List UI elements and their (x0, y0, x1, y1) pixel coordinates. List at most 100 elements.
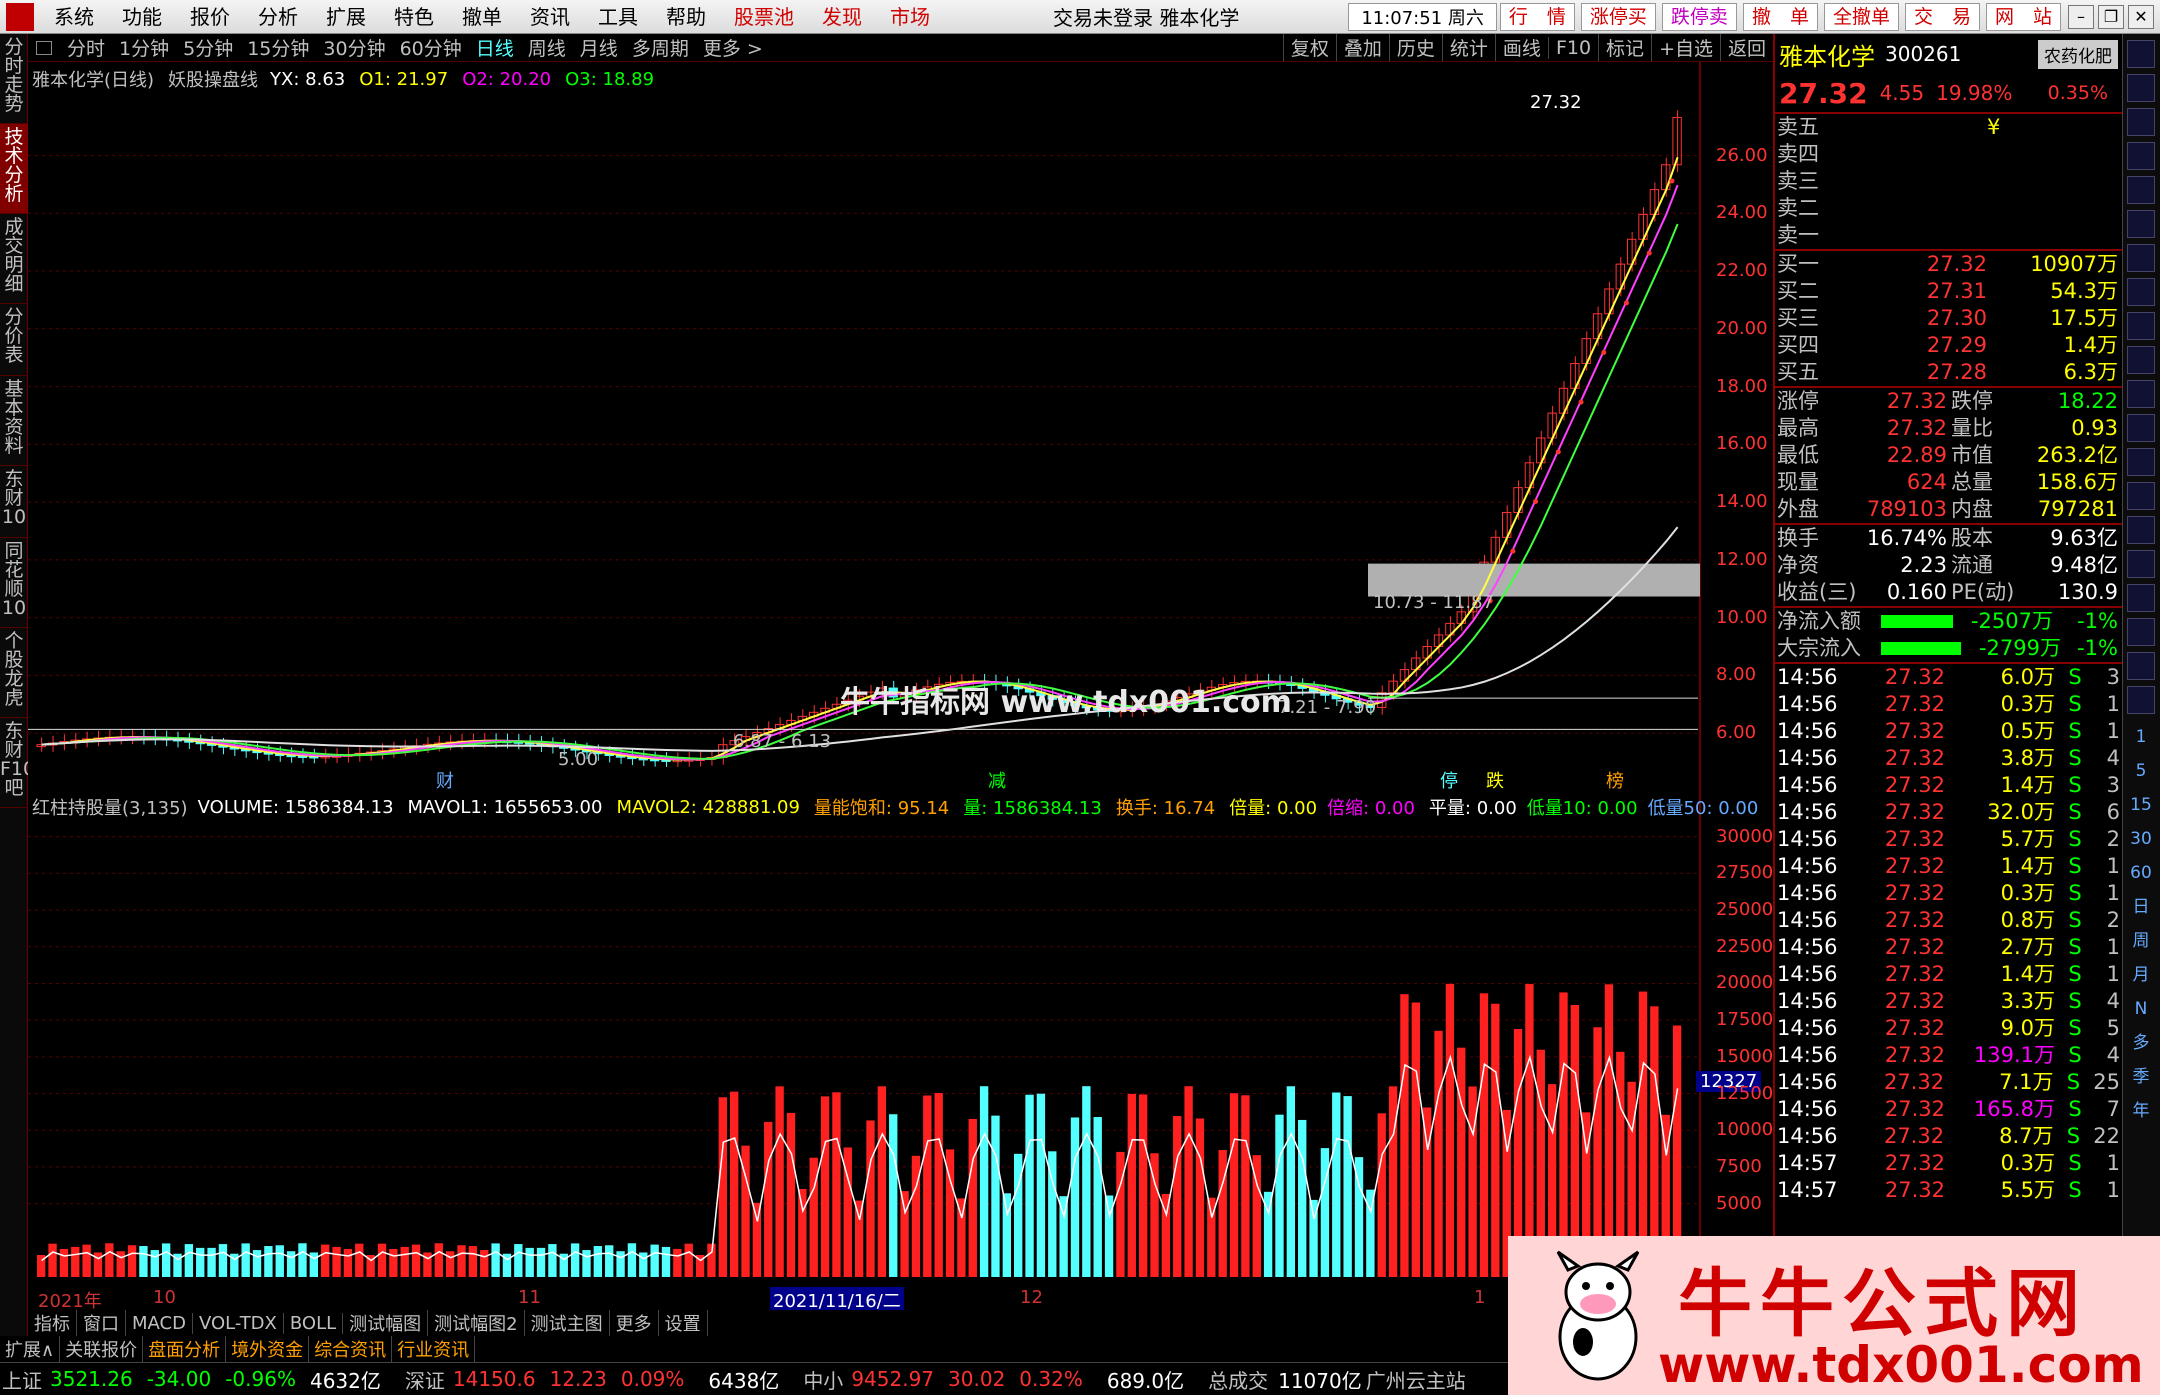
volume-chart[interactable]: 红柱持股量(3,135) VOLUME: 1586384.13 MAVOL1: … (28, 792, 1773, 1282)
menu-stock-pool[interactable]: 股票池 (720, 0, 808, 34)
chart-icon[interactable] (2127, 210, 2155, 238)
tab-dragon-tiger[interactable]: 个股龙虎 (0, 628, 28, 718)
tab-technical[interactable]: 技术分析 (0, 124, 28, 214)
tab-ths-10[interactable]: 同花顺10 (0, 538, 28, 628)
wave-icon[interactable] (2127, 482, 2155, 510)
btn-trade[interactable]: 交 易 (1904, 2, 1980, 31)
link-icon[interactable] (2127, 686, 2155, 714)
menu-function[interactable]: 功能 (108, 0, 176, 34)
money-icon[interactable] (2127, 550, 2155, 578)
period-shortcut[interactable]: 日 (2123, 890, 2159, 924)
menu-help[interactable]: 帮助 (652, 0, 720, 34)
period-more[interactable]: 更多 > (696, 34, 770, 61)
btn-website[interactable]: 网 站 (1985, 2, 2061, 31)
circle-icon[interactable] (2127, 448, 2155, 476)
menu-extend[interactable]: 扩展 (312, 0, 380, 34)
period-shortcut[interactable]: 年 (2123, 1094, 2159, 1128)
toggle-icon[interactable] (36, 40, 52, 55)
btn-draw[interactable]: 画线 (1494, 34, 1548, 61)
arrow-up-icon[interactable] (2127, 74, 2155, 102)
arrow-left-icon[interactable] (2127, 40, 2155, 68)
tab-more[interactable]: 更多 (610, 1310, 659, 1336)
menu-news[interactable]: 资讯 (516, 0, 584, 34)
cycle-icon[interactable] (2127, 414, 2155, 442)
btn-back[interactable]: 返回 (1719, 34, 1773, 61)
period-1m[interactable]: 1分钟 (112, 34, 176, 61)
app-logo-icon[interactable] (6, 2, 34, 31)
tab-intraday[interactable]: 分时走势 (0, 34, 28, 124)
period-multi[interactable]: 多周期 (625, 34, 696, 61)
list-icon[interactable] (2127, 278, 2155, 306)
period-daily[interactable]: 日线 (469, 34, 521, 61)
period-weekly[interactable]: 周线 (521, 34, 573, 61)
btn-limit-up-buy[interactable]: 涨停买 (1580, 2, 1656, 31)
btn-limit-down-sell[interactable]: 跌停卖 (1661, 2, 1737, 31)
tab-test-main[interactable]: 测试主图 (525, 1310, 610, 1336)
tab-test-sub[interactable]: 测试幅图 (343, 1310, 429, 1336)
pen-icon[interactable] (2127, 618, 2155, 646)
table-icon[interactable] (2127, 176, 2155, 204)
menu-discover[interactable]: 发现 (808, 0, 876, 34)
tab-indicator[interactable]: 指标 (28, 1310, 77, 1336)
period-60m[interactable]: 60分钟 (393, 34, 469, 61)
period-shortcut[interactable]: 5 (2123, 754, 2159, 788)
btn-overlay[interactable]: 叠加 (1335, 34, 1389, 61)
period-shortcut[interactable]: 月 (2123, 958, 2159, 992)
tab-price-table[interactable]: 分价表 (0, 304, 28, 376)
menu-system[interactable]: 系统 (40, 0, 108, 34)
tab-settings[interactable]: 设置 (659, 1310, 708, 1336)
menu-cancel[interactable]: 撤单 (448, 0, 516, 34)
period-5m[interactable]: 5分钟 (176, 34, 240, 61)
period-shortcut[interactable]: 季 (2123, 1060, 2159, 1094)
minimize-icon[interactable]: – (2068, 4, 2094, 29)
tab-eastmoney-10[interactable]: 东财10 (0, 466, 28, 538)
move-icon[interactable] (2127, 584, 2155, 612)
btn-cancel-all[interactable]: 全撤单 (1823, 2, 1899, 31)
f5-icon[interactable] (2127, 652, 2155, 680)
btn-adjust[interactable]: 复权 (1282, 34, 1336, 61)
candle-icon[interactable] (2127, 244, 2155, 272)
period-monthly[interactable]: 月线 (573, 34, 625, 61)
formula-name[interactable]: 妖股操盘线 (168, 66, 258, 92)
rsi-icon[interactable] (2127, 516, 2155, 544)
restore-icon[interactable]: ❐ (2098, 4, 2124, 29)
tab-industry-news[interactable]: 行业资讯 (392, 1336, 476, 1362)
btn-add-watch[interactable]: +自选 (1651, 34, 1720, 61)
f2-icon[interactable] (2127, 380, 2155, 408)
period-shortcut[interactable]: 多 (2123, 1026, 2159, 1060)
tab-window[interactable]: 窗口 (77, 1310, 126, 1336)
btn-cancel-order[interactable]: 撤 单 (1742, 2, 1818, 31)
period-shortcut[interactable]: 周 (2123, 924, 2159, 958)
vol-indicator-name[interactable]: 红柱持股量(3,135) (32, 794, 188, 820)
period-shortcut[interactable]: 60 (2123, 856, 2159, 890)
period-intraday[interactable]: 分时 (60, 34, 112, 61)
btn-stats[interactable]: 统计 (1441, 34, 1495, 61)
period-shortcut[interactable]: 15 (2123, 788, 2159, 822)
menu-market[interactable]: 市场 (876, 0, 944, 34)
btn-mark[interactable]: 标记 (1598, 34, 1651, 61)
tab-eastmoney-f10[interactable]: 东财F10吧 (0, 718, 35, 808)
period-30m[interactable]: 30分钟 (316, 34, 392, 61)
tab-fundamentals[interactable]: 基本资料 (0, 376, 28, 466)
close-icon[interactable]: ✕ (2128, 4, 2154, 29)
sector-tag[interactable]: 农药化肥 (2038, 39, 2118, 69)
period-15m[interactable]: 15分钟 (240, 34, 316, 61)
price-chart[interactable]: 雅本化学(日线) 妖股操盘线 YX: 8.63 O1: 21.97 O2: 20… (28, 62, 1773, 792)
period-shortcut[interactable]: 1 (2123, 720, 2159, 754)
btn-f10[interactable]: F10 (1547, 36, 1598, 59)
tab-news[interactable]: 综合资讯 (309, 1336, 393, 1362)
building-icon[interactable] (2127, 346, 2155, 374)
period-shortcut[interactable]: N (2123, 992, 2159, 1026)
tab-expand[interactable]: 扩展∧ (0, 1336, 61, 1362)
menu-analysis[interactable]: 分析 (244, 0, 312, 34)
tick-list[interactable]: 14:56 27.32 6.0万 S 3 14:56 27.32 0.3万 S 1 14:56 27.… (1775, 662, 2122, 1204)
btn-market[interactable]: 行 情 (1499, 2, 1575, 31)
arrow-down-icon[interactable] (2127, 108, 2155, 136)
tab-macd[interactable]: MACD (126, 1312, 193, 1334)
btn-history[interactable]: 历史 (1388, 34, 1442, 61)
tab-related[interactable]: 关联报价 (60, 1336, 144, 1362)
tab-boll[interactable]: BOLL (284, 1312, 344, 1334)
menu-tools[interactable]: 工具 (584, 0, 652, 34)
tab-vol-tdx[interactable]: VOL-TDX (193, 1312, 284, 1334)
menu-feature[interactable]: 特色 (380, 0, 448, 34)
